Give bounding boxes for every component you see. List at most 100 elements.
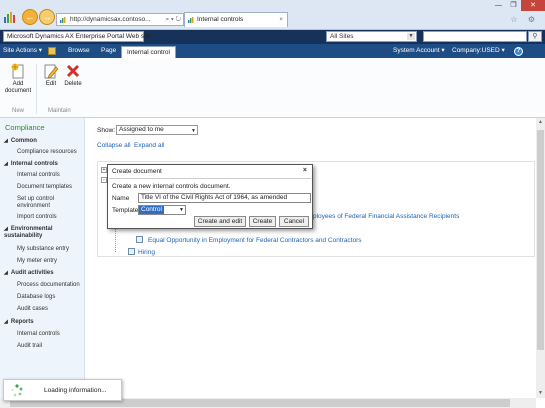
collapse-triangle-icon: ◢ bbox=[4, 161, 8, 167]
tab-close-icon[interactable]: × bbox=[279, 13, 283, 27]
company-menu[interactable]: Company:USED ▾ bbox=[452, 44, 505, 58]
ql-section-label: Environmental sustainability bbox=[4, 226, 53, 239]
vertical-scrollbar[interactable]: ▲ ▼ bbox=[536, 118, 545, 398]
tree-item-equal-opportunity[interactable]: Equal Opportunity in Employment for Fede… bbox=[148, 237, 362, 244]
back-button[interactable]: ← bbox=[22, 9, 38, 25]
delete-button[interactable]: Delete bbox=[62, 63, 84, 88]
navigate-up-icon[interactable] bbox=[48, 47, 56, 55]
search-icon[interactable]: ⚲ bbox=[528, 31, 542, 42]
scroll-up-icon[interactable]: ▲ bbox=[536, 118, 545, 127]
close-icon[interactable]: × bbox=[303, 167, 307, 174]
tab-internal-controls[interactable]: Internal controls × bbox=[184, 12, 288, 27]
name-input[interactable]: Title VI of the Civil Rights Act of 1964… bbox=[138, 193, 311, 203]
ql-section-reports[interactable]: ◢ Reports bbox=[4, 319, 84, 326]
minimize-button[interactable]: — bbox=[491, 0, 506, 11]
dialog-title: Create document bbox=[112, 168, 162, 175]
ql-section-common[interactable]: ◢ Common bbox=[4, 138, 84, 145]
template-label: Template bbox=[112, 207, 139, 214]
new-document-icon bbox=[11, 63, 24, 79]
tab-internal-control[interactable]: Internal control bbox=[121, 46, 176, 58]
collapse-triangle-icon: ◢ bbox=[4, 270, 8, 276]
scroll-down-icon[interactable]: ▼ bbox=[536, 389, 545, 398]
delete-icon bbox=[66, 64, 80, 78]
favorites-settings-icons[interactable]: ☆ ⚙ bbox=[510, 15, 539, 24]
forward-button[interactable]: → bbox=[39, 9, 55, 25]
show-filter-select[interactable]: Assigned to me ▼ bbox=[116, 125, 198, 135]
template-select[interactable]: Control ▼ bbox=[138, 205, 186, 215]
ql-section-label: Reports bbox=[10, 319, 34, 325]
close-window-button[interactable]: ✕ bbox=[521, 0, 545, 11]
ql-item-report-internal-controls[interactable]: Internal controls bbox=[17, 331, 83, 338]
ql-item-import-controls[interactable]: Import controls bbox=[17, 214, 83, 221]
loading-notification: Loading information... bbox=[3, 379, 122, 401]
edit-icon bbox=[44, 64, 59, 79]
ql-item-process-documentation[interactable]: Process documentation bbox=[17, 282, 83, 289]
chevron-down-icon: ▼ bbox=[179, 207, 184, 213]
address-text: http://dynamicsax.contoso... bbox=[70, 16, 151, 23]
show-label: Show: bbox=[97, 127, 116, 134]
ql-item-audit-cases[interactable]: Audit cases bbox=[17, 306, 83, 313]
tree-item-hiring[interactable]: Hiring bbox=[138, 249, 155, 256]
ql-item-audit-trail[interactable]: Audit trail bbox=[17, 343, 83, 350]
ql-section-environmental[interactable]: ◢ Environmental sustainability bbox=[4, 226, 84, 240]
address-tools[interactable]: ⌕ ▾ ↻ bbox=[166, 14, 181, 25]
ql-item-internal-controls[interactable]: Internal controls bbox=[17, 172, 83, 179]
ql-section-label: Internal controls bbox=[10, 161, 58, 167]
scroll-thumb[interactable] bbox=[537, 130, 544, 350]
maximize-button[interactable]: ❐ bbox=[506, 0, 521, 11]
ql-item-database-logs[interactable]: Database logs bbox=[17, 294, 83, 301]
sharepoint-top-bar: Microsoft Dynamics AX Enterprise Portal … bbox=[0, 30, 545, 44]
tree-item-financial-assistance[interactable]: ployees of Federal Financial Assistance … bbox=[313, 213, 459, 220]
ql-section-audit-activities[interactable]: ◢ Audit activities bbox=[4, 270, 84, 277]
collapse-all-link[interactable]: Collapse all bbox=[97, 142, 131, 149]
dialog-divider bbox=[109, 178, 311, 179]
collapse-triangle-icon: ◢ bbox=[4, 226, 8, 232]
collapse-triangle-icon: ◢ bbox=[4, 138, 8, 144]
quick-launch-title[interactable]: Compliance bbox=[5, 123, 45, 132]
ql-section-internal-controls[interactable]: ◢ Internal controls bbox=[4, 161, 84, 168]
loading-spinner-icon bbox=[11, 384, 23, 397]
site-favicon-icon bbox=[60, 17, 66, 23]
help-icon[interactable]: ? bbox=[514, 47, 523, 56]
ql-section-label: Common bbox=[10, 138, 37, 144]
edit-button[interactable]: Edit bbox=[40, 63, 62, 88]
tab-browse[interactable]: Browse bbox=[68, 44, 90, 58]
name-label: Name bbox=[112, 195, 130, 202]
ql-item-substance-entry[interactable]: My substance entry bbox=[17, 246, 83, 253]
ribbon-group-maintain: Maintain bbox=[48, 108, 71, 114]
tab-title: Internal controls bbox=[197, 16, 244, 23]
ql-section-label: Audit activities bbox=[10, 270, 54, 276]
ribbon-group-new: New bbox=[12, 108, 25, 114]
tab-favicon-icon bbox=[188, 17, 194, 23]
add-document-button[interactable]: Add document bbox=[4, 63, 32, 95]
create-document-dialog: Create document × Create a new internal … bbox=[107, 164, 313, 229]
ribbon-tab-bar: Site Actions ▾ Browse Page Internal cont… bbox=[0, 44, 545, 58]
create-button[interactable]: Create bbox=[249, 216, 276, 227]
ribbon-separator bbox=[36, 64, 37, 114]
tab-page[interactable]: Page bbox=[101, 44, 116, 58]
delete-label: Delete bbox=[64, 81, 82, 87]
system-account-menu[interactable]: System Account ▾ bbox=[393, 44, 445, 58]
chevron-down-icon: ▼ bbox=[407, 33, 415, 40]
control-document-icon bbox=[136, 236, 143, 243]
site-title[interactable]: Microsoft Dynamics AX Enterprise Portal … bbox=[3, 31, 151, 42]
main-content: Show: Assigned to me ▼ Collapse all Expa… bbox=[86, 118, 536, 398]
create-and-edit-button[interactable]: Create and edit bbox=[194, 216, 246, 227]
browser-chrome: ← → http://dynamicsax.contoso... ⌕ ▾ ↻ I… bbox=[0, 0, 545, 30]
search-scope-select[interactable]: All Sites ▼ bbox=[326, 31, 417, 42]
cancel-button[interactable]: Cancel bbox=[279, 216, 309, 227]
add-document-label: Add document bbox=[4, 81, 32, 94]
search-input[interactable] bbox=[423, 31, 527, 42]
site-actions-menu[interactable]: Site Actions ▾ bbox=[3, 44, 42, 58]
ql-item-control-environment[interactable]: Set up control environment bbox=[17, 196, 83, 210]
expand-all-link[interactable]: Expand all bbox=[134, 142, 164, 149]
address-bar[interactable]: http://dynamicsax.contoso... ⌕ ▾ ↻ bbox=[56, 13, 184, 26]
collapse-triangle-icon: ◢ bbox=[4, 319, 8, 325]
loading-text: Loading information... bbox=[44, 387, 107, 394]
ribbon: Add document Edit Delete New Maintain bbox=[0, 58, 545, 118]
ql-item-document-templates[interactable]: Document templates bbox=[17, 184, 83, 191]
ql-item-meter-entry[interactable]: My meter entry bbox=[17, 258, 83, 265]
ql-item-compliance-resources[interactable]: Compliance resources bbox=[17, 149, 83, 156]
window-controls: — ❐ ✕ bbox=[491, 0, 545, 11]
quick-launch: Compliance ◢ Common Compliance resources … bbox=[0, 118, 85, 408]
